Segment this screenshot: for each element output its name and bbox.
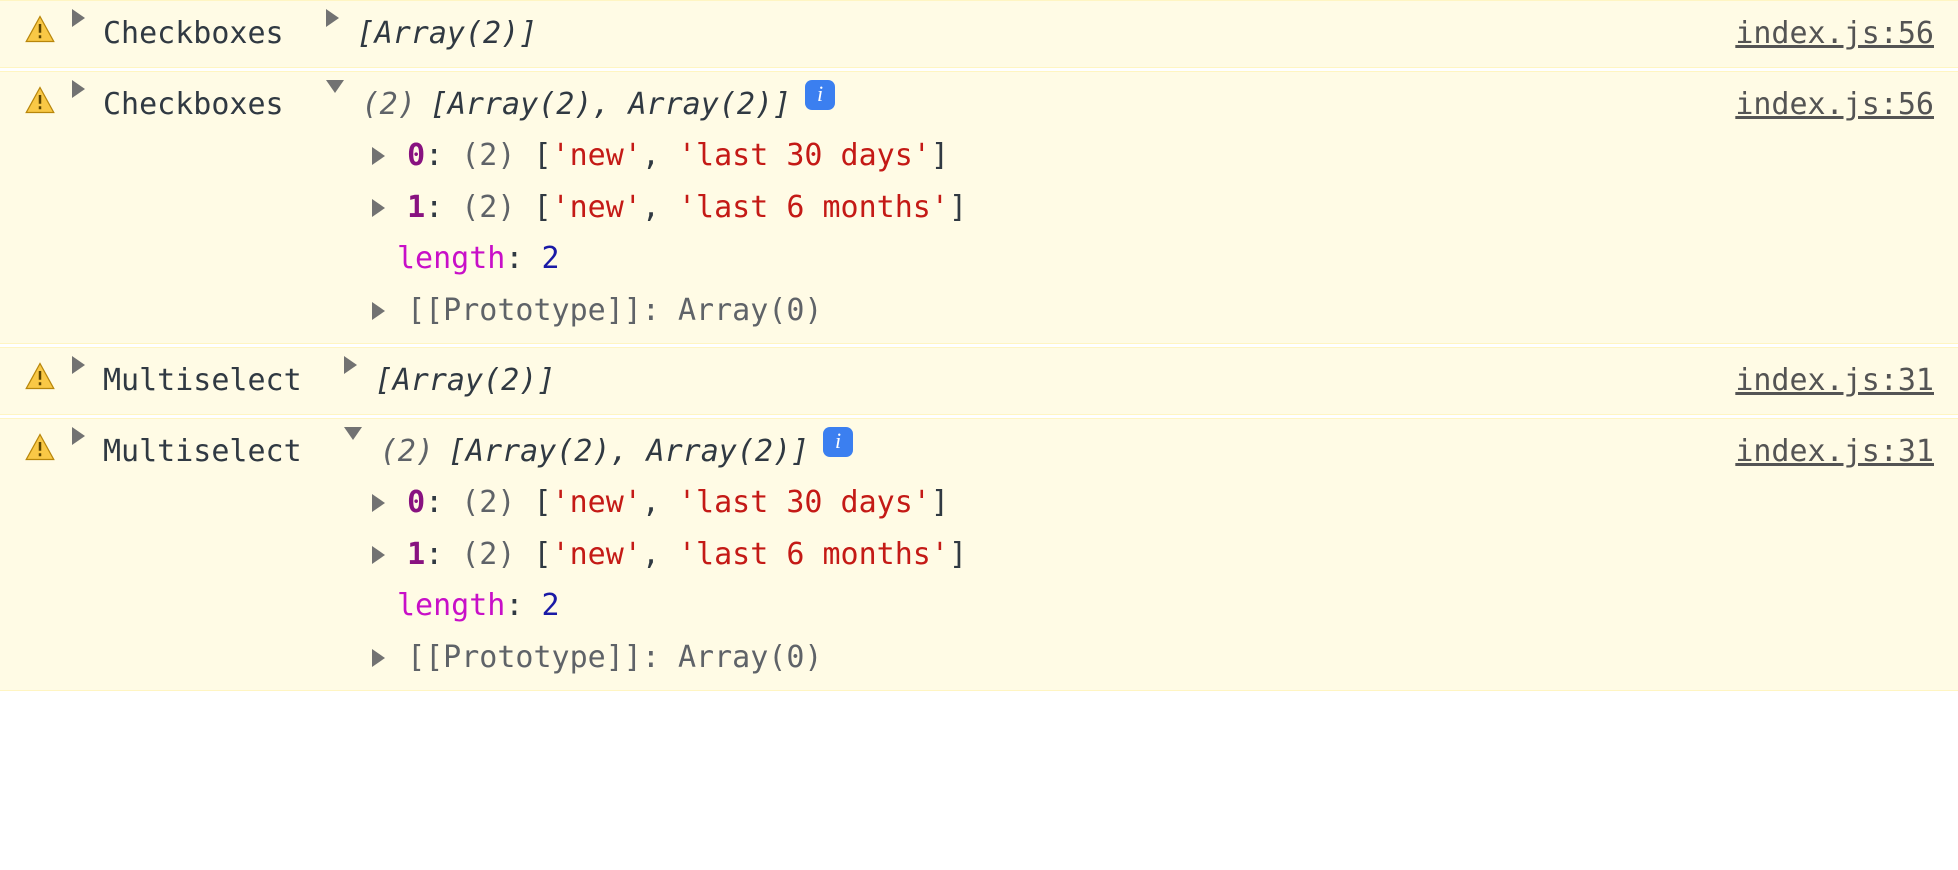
property-index: 1	[407, 537, 425, 572]
warning-icon	[22, 80, 58, 114]
expanded-properties: 0: (2) ['new', 'last 30 days'] 1: (2) ['…	[372, 129, 1934, 335]
length-property: length: 2	[372, 232, 1934, 284]
expand-icon[interactable]	[72, 80, 85, 98]
expand-icon[interactable]	[372, 494, 385, 512]
info-icon[interactable]: i	[823, 427, 853, 457]
console-warning-row: Multiselect (2) [Array(2), Array(2)] i i…	[0, 418, 1958, 692]
item-count: (2)	[461, 190, 515, 225]
collapse-object-icon[interactable]	[326, 80, 344, 93]
string-value: 'new'	[552, 190, 642, 225]
length-key: length	[397, 588, 505, 623]
source-link[interactable]: index.js:31	[1735, 427, 1934, 477]
warning-icon	[22, 9, 58, 43]
property-index: 1	[407, 190, 425, 225]
expand-object-icon[interactable]	[344, 356, 357, 374]
string-value: 'new'	[552, 138, 642, 173]
expand-icon[interactable]	[72, 9, 85, 27]
string-value: 'new'	[552, 537, 642, 572]
console-warning-row: Checkboxes [Array(2)] index.js:56	[0, 0, 1958, 68]
length-value: 2	[542, 241, 560, 276]
warning-icon	[22, 356, 58, 390]
prototype-key: [[Prototype]]	[407, 640, 642, 675]
prototype-value: Array(0)	[678, 293, 823, 328]
expand-icon[interactable]	[372, 649, 385, 667]
length-property: length: 2	[372, 579, 1934, 631]
string-value: 'new'	[552, 485, 642, 520]
property-index: 0	[407, 138, 425, 173]
length-value: 2	[542, 588, 560, 623]
string-value: 'last 6 months'	[678, 537, 949, 572]
expand-icon[interactable]	[372, 199, 385, 217]
info-icon[interactable]: i	[805, 80, 835, 110]
array-count: (2)	[380, 427, 434, 477]
item-count: (2)	[461, 138, 515, 173]
property-index: 0	[407, 485, 425, 520]
array-item[interactable]: 0: (2) ['new', 'last 30 days']	[372, 129, 1934, 181]
expand-object-icon[interactable]	[326, 9, 339, 27]
source-link[interactable]: index.js:31	[1735, 356, 1934, 406]
expand-icon[interactable]	[72, 427, 85, 445]
prototype-property[interactable]: [[Prototype]]: Array(0)	[372, 284, 1934, 336]
warning-icon	[22, 427, 58, 461]
expand-icon[interactable]	[372, 147, 385, 165]
prototype-property[interactable]: [[Prototype]]: Array(0)	[372, 631, 1934, 683]
log-label: Multiselect	[103, 356, 302, 406]
string-value: 'last 30 days'	[678, 138, 931, 173]
array-item[interactable]: 1: (2) ['new', 'last 6 months']	[372, 528, 1934, 580]
length-key: length	[397, 241, 505, 276]
source-link[interactable]: index.js:56	[1735, 80, 1934, 130]
array-item[interactable]: 0: (2) ['new', 'last 30 days']	[372, 476, 1934, 528]
expand-icon[interactable]	[372, 546, 385, 564]
expand-icon[interactable]	[72, 356, 85, 374]
item-count: (2)	[461, 537, 515, 572]
log-summary[interactable]: [Array(2), Array(2)]	[448, 427, 809, 477]
log-summary[interactable]: [Array(2)]	[357, 9, 538, 59]
prototype-value: Array(0)	[678, 640, 823, 675]
log-label: Checkboxes	[103, 9, 284, 59]
log-label: Checkboxes	[103, 80, 284, 130]
prototype-key: [[Prototype]]	[407, 293, 642, 328]
console-warning-row: Checkboxes (2) [Array(2), Array(2)] i in…	[0, 71, 1958, 345]
console-warning-row: Multiselect [Array(2)] index.js:31	[0, 347, 1958, 415]
collapse-object-icon[interactable]	[344, 427, 362, 440]
log-label: Multiselect	[103, 427, 302, 477]
string-value: 'last 6 months'	[678, 190, 949, 225]
log-summary[interactable]: [Array(2), Array(2)]	[430, 80, 791, 130]
string-value: 'last 30 days'	[678, 485, 931, 520]
array-item[interactable]: 1: (2) ['new', 'last 6 months']	[372, 181, 1934, 233]
expand-icon[interactable]	[372, 302, 385, 320]
source-link[interactable]: index.js:56	[1735, 9, 1934, 59]
expanded-properties: 0: (2) ['new', 'last 30 days'] 1: (2) ['…	[372, 476, 1934, 682]
array-count: (2)	[362, 80, 416, 130]
item-count: (2)	[461, 485, 515, 520]
log-summary[interactable]: [Array(2)]	[375, 356, 556, 406]
